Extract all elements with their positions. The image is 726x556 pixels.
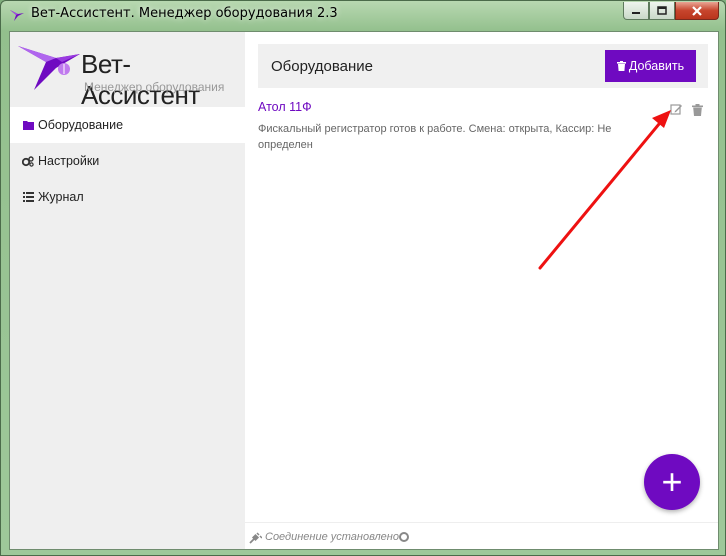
sidebar: Вет-Ассистент Менеджер оборудования Обор… [10,32,245,549]
device-description: Фискальный регистратор готов к работе. С… [258,123,612,151]
plug-icon [249,531,263,544]
trash-icon [616,61,626,71]
title-bar[interactable]: Вет-Ассистент. Менеджер оборудования 2.3 [1,1,725,29]
add-button-label: Добавить [628,59,685,73]
window-title: Вет-Ассистент. Менеджер оборудования 2.3 [31,6,338,21]
client-area: Вет-Ассистент Менеджер оборудования Обор… [9,31,719,550]
sidebar-item-label: Оборудование [38,118,124,132]
edit-icon[interactable] [670,103,683,116]
page-header: Оборудование Добавить [258,44,708,88]
hummingbird-logo-icon [18,46,80,90]
close-icon [692,5,702,16]
logo: Вет-Ассистент Менеджер оборудования [10,32,245,110]
close-button[interactable] [675,2,719,20]
minimize-button[interactable] [623,2,649,20]
sidebar-item-journal[interactable]: Журнал [10,179,245,215]
maximize-icon [657,5,667,15]
add-fab-button[interactable]: + [644,454,700,510]
sidebar-item-equipment[interactable]: Оборудование [10,107,245,143]
list-icon [22,191,34,203]
gears-icon [22,155,34,167]
app-icon [9,7,25,23]
status-indicator [399,532,409,542]
logo-subtitle: Менеджер оборудования [84,80,225,94]
add-button[interactable]: Добавить [605,50,696,82]
maximize-button[interactable] [649,2,675,20]
sidebar-item-settings[interactable]: Настройки [10,143,245,179]
minimize-icon [632,11,640,14]
connection-status: Соединение установлено [265,531,399,543]
app-window: Вет-Ассистент. Менеджер оборудования 2.3 [0,0,726,556]
sidebar-item-label: Журнал [38,190,84,204]
folder-icon [22,119,34,131]
delete-icon[interactable] [692,103,705,116]
sidebar-item-label: Настройки [38,154,100,168]
page-title: Оборудование [271,58,374,75]
device-name[interactable]: Атол 11Ф [258,100,312,114]
status-bar: Соединение установлено [245,522,718,549]
